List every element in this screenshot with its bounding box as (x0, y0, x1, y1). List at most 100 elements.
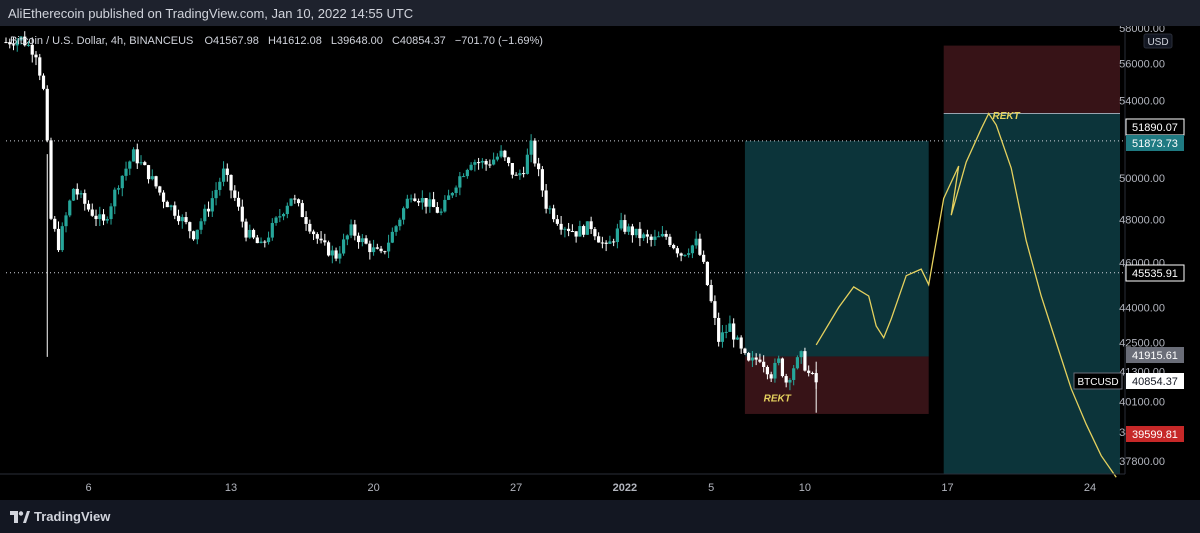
candle-body (120, 175, 124, 189)
candle-body (86, 203, 91, 210)
candle-body (807, 370, 811, 373)
candle-body (266, 237, 271, 243)
candle-body (98, 214, 102, 220)
candle-body (225, 168, 229, 175)
candle-body (739, 337, 743, 349)
rekt-label-2: REKT (992, 111, 1020, 122)
candle-body (634, 228, 638, 236)
candle (71, 188, 76, 201)
candle-body (533, 140, 537, 164)
candle-body (462, 176, 466, 178)
tradingview-logo[interactable]: TradingView (10, 509, 110, 524)
candle-body (514, 174, 518, 176)
candle-body (732, 323, 736, 340)
candle-body (244, 221, 248, 238)
candle-body (143, 162, 147, 166)
candle-body (773, 362, 777, 379)
candle-body (559, 223, 563, 230)
candle-body (214, 189, 218, 199)
candle-body (469, 164, 473, 170)
candle (191, 230, 196, 241)
candle-body (360, 238, 364, 243)
candle-body (191, 231, 196, 240)
price-chart[interactable]: REKTREKT 58000.0056000.0054000.0050000.0… (0, 23, 1200, 500)
candle-body (484, 160, 488, 165)
candle-body (236, 197, 241, 207)
candle-body (248, 229, 252, 238)
candle-body (709, 285, 713, 302)
candle-body (296, 199, 301, 204)
candle-body (525, 154, 529, 174)
candle-body (416, 200, 421, 203)
candle-body (777, 358, 781, 363)
candle-body (619, 220, 623, 229)
candle-body (326, 242, 331, 256)
candle-body (713, 301, 717, 318)
chart-area[interactable]: REKT REKT 58000.00 56000.00 54000.00 50000.0… (0, 23, 1200, 500)
candle-body (394, 226, 398, 232)
candle-body (488, 164, 492, 166)
candle-body (747, 353, 751, 361)
candle-body (45, 88, 49, 141)
price-label: 51873.73 (1126, 135, 1184, 151)
ohlc-close: 40854.37 (400, 35, 446, 47)
candle-body (353, 224, 357, 236)
candle-body (289, 198, 293, 206)
candle-body (597, 236, 601, 243)
candle-body (657, 236, 661, 238)
candle-body (810, 372, 815, 374)
candle-body (537, 163, 541, 170)
candle-body (728, 323, 732, 332)
candle-body (642, 234, 646, 239)
candle-body (593, 229, 597, 237)
candle-body (604, 242, 608, 244)
candle-body (334, 250, 338, 259)
candle-body (690, 245, 695, 254)
x-tick-label: 13 (225, 482, 237, 494)
candle-body (431, 199, 436, 208)
x-tick-label: 10 (799, 482, 811, 494)
candle-body (792, 368, 796, 380)
candle-body (589, 221, 593, 230)
candle-body (480, 160, 484, 163)
candle-body (702, 254, 706, 262)
rekt-label-1: REKT (764, 393, 792, 404)
candle-body (49, 140, 53, 219)
price-label-text: 51873.73 (1132, 138, 1178, 150)
candle (780, 357, 785, 378)
candle-body (660, 233, 664, 237)
candle-body (338, 253, 342, 259)
price-label: 40854.37 (1126, 373, 1184, 389)
symbol-tag-text: BTCUSD (1077, 377, 1118, 388)
candle-body (540, 169, 544, 191)
candle-body (720, 332, 725, 342)
candle-body (608, 241, 612, 244)
candle-body (799, 351, 803, 358)
candle-body (495, 156, 499, 160)
candle-body (233, 190, 237, 198)
tradingview-logo-text: TradingView (34, 509, 111, 524)
symbol-tag: BTCUSD (1073, 372, 1123, 390)
candle-body (251, 229, 256, 238)
candle-body (319, 238, 323, 241)
y-tick-label: 56000.00 (1119, 58, 1165, 70)
candle-body (124, 168, 128, 176)
candle-body (735, 337, 740, 340)
price-label: 51890.07 (1125, 118, 1185, 136)
candle-body (101, 214, 106, 221)
candle-body (443, 199, 447, 212)
candle-body (255, 237, 259, 244)
price-label-text: 41915.61 (1132, 350, 1178, 362)
candle-body (724, 331, 728, 333)
candle-body (116, 188, 121, 190)
y-tick-label: 48000.00 (1119, 214, 1165, 226)
candle (131, 147, 136, 162)
candle-body (758, 359, 762, 362)
candle-body (188, 222, 192, 232)
price-label: 41915.61 (1126, 347, 1184, 363)
candle-body (754, 357, 758, 360)
candle (585, 221, 589, 235)
candle-body (38, 57, 42, 76)
candle-body (522, 173, 526, 175)
ohlc-low: 39648.00 (337, 35, 383, 47)
